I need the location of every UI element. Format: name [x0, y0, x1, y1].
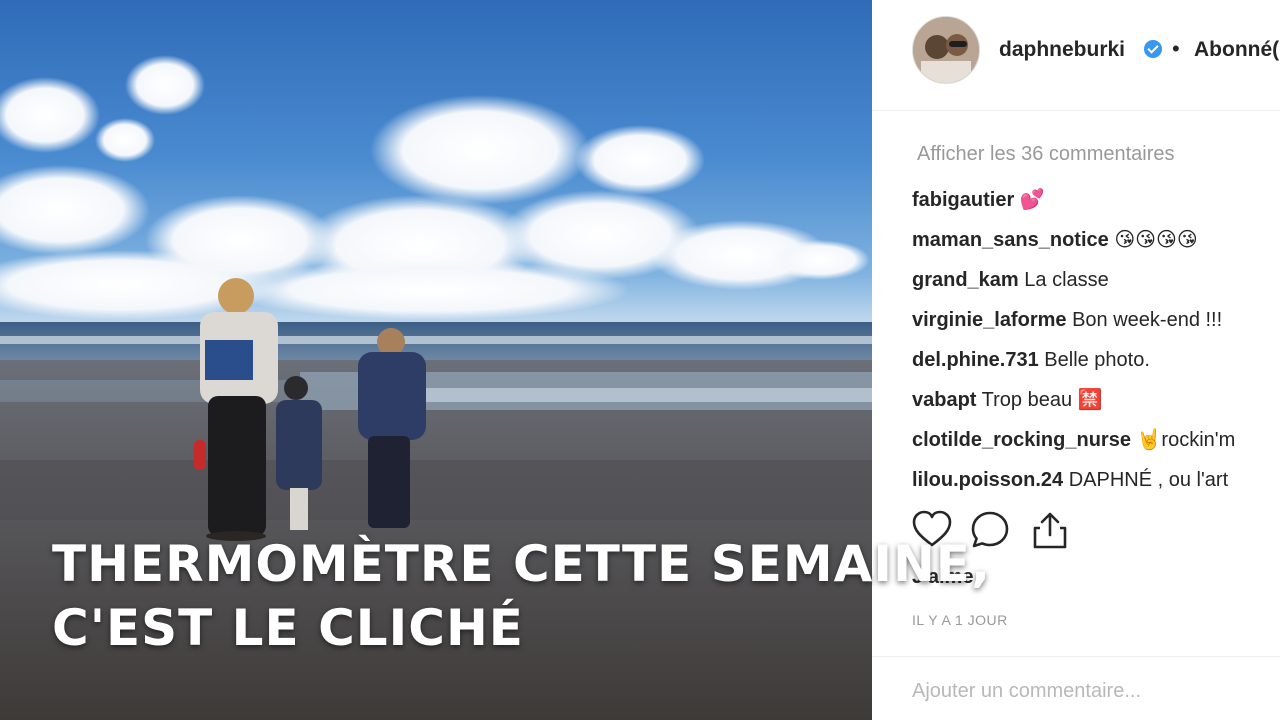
verified-badge-icon — [1144, 40, 1162, 58]
comment-username[interactable]: virginie_laforme — [912, 309, 1067, 331]
comment-username[interactable]: vabapt — [912, 389, 976, 411]
comment-text: 💕 — [1019, 189, 1045, 211]
comment-username[interactable]: lilou.poisson.24 — [912, 469, 1063, 491]
add-comment-input[interactable] — [910, 675, 1254, 707]
comment-text: Bon week-end !!! — [1072, 309, 1223, 331]
comment-username[interactable]: fabigautier — [912, 189, 1014, 211]
comment-text: DAPHNÉ , ou l'art — [1068, 469, 1229, 491]
avatar[interactable] — [912, 16, 980, 84]
comment-item: lilou.poisson.24 DAPHNÉ , ou l'art — [912, 464, 1280, 504]
comment-item: maman_sans_notice 😘😘😘😘 — [912, 224, 1280, 264]
video-caption-overlay: THERMOMÈTRE CETTE SEMAINE, C'EST LE CLIC… — [52, 532, 991, 660]
separator-dot: • — [1172, 36, 1180, 61]
comment-username[interactable]: del.phine.731 — [912, 349, 1039, 371]
comment-item: clotilde_rocking_nurse 🤘rockin'm — [912, 424, 1280, 464]
caption-line-2: C'EST LE CLICHÉ — [52, 599, 524, 657]
comment-text: 😘😘😘😘 — [1114, 229, 1198, 251]
comment-username[interactable]: clotilde_rocking_nurse — [912, 429, 1131, 451]
comment-item: fabigautier 💕 — [912, 184, 1280, 224]
share-icon[interactable] — [1028, 508, 1072, 552]
comment-text: 🤘rockin'm — [1136, 429, 1236, 451]
comment-item: vabapt Trop beau 🈲 — [912, 384, 1280, 424]
comment-item: virginie_laforme Bon week-end !!! — [912, 304, 1280, 344]
post-header: daphneburki • Abonné(e) — [872, 0, 1280, 111]
add-comment-bar — [872, 656, 1280, 720]
comment-text: Belle photo. — [1044, 349, 1150, 371]
comment-text: La classe — [1024, 269, 1109, 291]
comment-username[interactable]: grand_kam — [912, 269, 1019, 291]
caption-line-1: THERMOMÈTRE CETTE SEMAINE, — [52, 535, 991, 593]
comment-text: Trop beau 🈲 — [981, 389, 1103, 411]
comment-username[interactable]: maman_sans_notice — [912, 229, 1109, 251]
follow-button[interactable]: Abonné(e) — [1194, 38, 1280, 62]
post-username[interactable]: daphneburki — [999, 38, 1125, 62]
comment-item: grand_kam La classe — [912, 264, 1280, 304]
view-all-comments-link[interactable]: Afficher les 36 commentaires — [917, 143, 1175, 166]
comment-list: fabigautier 💕 maman_sans_notice 😘😘😘😘 gra… — [912, 184, 1280, 504]
comment-item: del.phine.731 Belle photo. — [912, 344, 1280, 384]
